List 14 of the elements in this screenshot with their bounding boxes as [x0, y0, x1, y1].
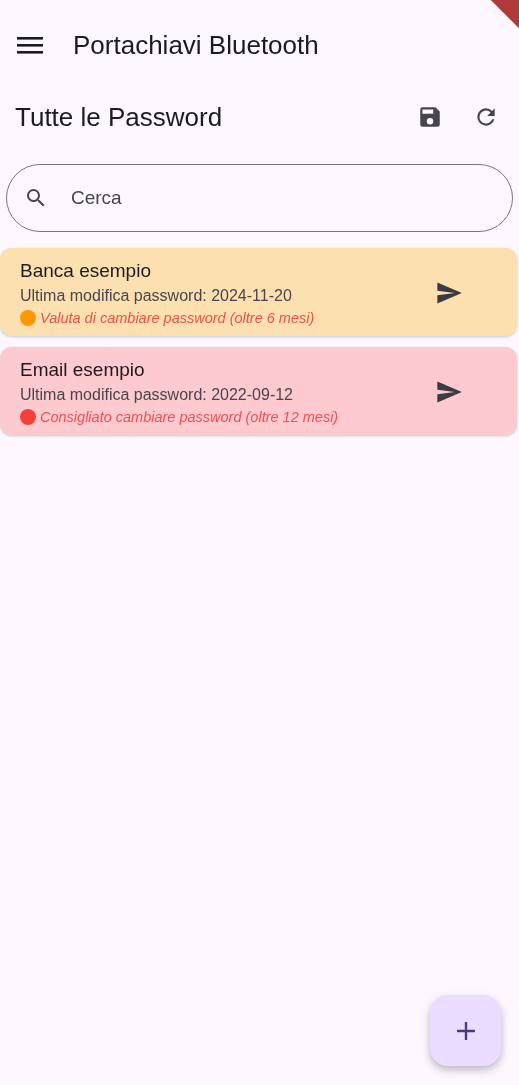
- search-field[interactable]: Cerca: [6, 164, 513, 232]
- warning-text: Consigliato cambiare password (oltre 12 mesi): [40, 409, 339, 425]
- save-icon[interactable]: [417, 104, 443, 130]
- add-icon: [454, 1019, 477, 1042]
- password-card[interactable]: Banca esempio Ultima modifica password: 2024-11-20 Valuta di cambiare password (oltre 6 mesi): [0, 248, 517, 336]
- warning-text: Valuta di cambiare password (oltre 6 mesi): [40, 310, 315, 326]
- entry-name: Banca esempio: [20, 260, 152, 282]
- entry-name: Email esempio: [20, 359, 146, 381]
- menu-icon[interactable]: [17, 35, 43, 55]
- app-title: Portachiavi Bluetooth: [73, 29, 319, 61]
- last-change-date: Ultima modifica password: 2022-09-12: [20, 386, 294, 404]
- password-card[interactable]: Email esempio Ultima modifica password: 2022-09-12 Consigliato cambiare password (oltre 12 mesi): [0, 347, 517, 435]
- page-title: Tutte le Password: [15, 101, 224, 133]
- last-change-date: Ultima modifica password: 2024-11-20: [20, 287, 293, 305]
